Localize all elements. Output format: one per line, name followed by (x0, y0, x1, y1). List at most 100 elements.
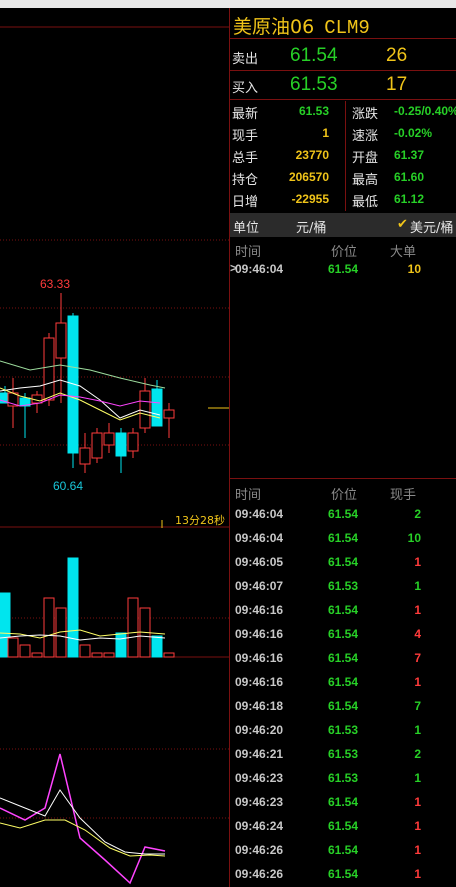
indicator-line (0, 819, 166, 857)
tick-row[interactable]: 09:46:16 61.54 7 (230, 646, 456, 670)
unit-selector[interactable]: 单位 元/桶 ✔ 美元/桶 (230, 213, 456, 237)
tick-qty: 1 (414, 819, 421, 833)
tick-row[interactable]: 09:46:26 61.54 1 (230, 838, 456, 862)
stat-value: -22955 (291, 192, 329, 206)
big-trades-header: 时间 价位 大单 (230, 240, 456, 260)
stat-label: 总手 (232, 151, 259, 166)
trade-time: 09:46:04 (235, 262, 284, 276)
candle-body (163, 409, 175, 419)
candle-body (55, 322, 67, 359)
tick-row[interactable]: 09:46:16 61.54 1 (230, 670, 456, 694)
unit-option-yuan[interactable]: 元/桶 (296, 217, 326, 236)
tick-row[interactable]: 09:46:21 61.53 2 (230, 742, 456, 766)
volume-bar (31, 652, 43, 658)
stat-value: -0.25/0.40% (394, 104, 456, 118)
tick-qty: 1 (414, 603, 421, 617)
candle-body (79, 447, 91, 465)
stat-row: 最新 61.53 涨跌 -0.25/0.40% (230, 101, 456, 123)
tick-price: 61.54 (328, 603, 359, 617)
moving-average-line (0, 360, 166, 389)
candle-body (115, 432, 127, 457)
sell-row[interactable]: 卖出 61.54 26 (230, 42, 456, 70)
stat-value: 206570 (288, 170, 329, 184)
unit-label: 单位 (233, 221, 260, 236)
tick-qty: 2 (414, 747, 421, 761)
stat-label: 最低 (352, 195, 379, 210)
tick-time: 09:46:05 (235, 555, 284, 569)
unit-option-usd[interactable]: 美元/桶 (410, 217, 453, 236)
tick-time: 09:46:21 (235, 747, 284, 761)
tick-row[interactable]: 09:46:23 61.53 1 (230, 766, 456, 790)
col-time: 时间 (235, 488, 262, 503)
candle-body (151, 388, 163, 427)
tick-row[interactable]: 09:46:04 61.54 2 (230, 502, 456, 526)
tick-qty: 1 (414, 723, 421, 737)
volume-bar (163, 652, 175, 658)
tick-time: 09:46:20 (235, 723, 284, 737)
high-price-label: 63.33 (40, 277, 70, 291)
trade-qty: 10 (407, 262, 421, 276)
divider (230, 38, 456, 39)
tick-row[interactable]: 09:46:20 61.53 1 (230, 718, 456, 742)
tick-row[interactable]: 09:46:07 61.53 1 (230, 574, 456, 598)
stat-row: 日增 -22955 最低 61.12 (230, 189, 456, 211)
tick-price: 61.53 (328, 723, 359, 737)
divider (230, 99, 456, 100)
tick-qty: 1 (414, 771, 421, 785)
sell-qty: 26 (386, 45, 408, 66)
tick-row[interactable]: 09:46:24 61.54 1 (230, 814, 456, 838)
instrument-name: 美原油06 (233, 16, 315, 38)
countdown-label: 13分28秒 (175, 513, 225, 527)
tick-price: 61.54 (328, 843, 359, 857)
tick-time: 09:46:04 (235, 531, 284, 545)
tick-price: 61.53 (328, 579, 359, 593)
stat-label: 开盘 (352, 151, 379, 166)
stat-label: 持仓 (232, 173, 259, 188)
tick-price: 61.54 (328, 819, 359, 833)
top-strip (0, 0, 456, 8)
candle-body (139, 390, 151, 429)
tick-price: 61.54 (328, 555, 359, 569)
tick-row[interactable]: 09:46:18 61.54 7 (230, 694, 456, 718)
kline-chart[interactable]: 63.33 60.64 13分28秒 (0, 8, 230, 887)
stat-value: 1 (322, 126, 329, 140)
instrument-title: 美原油06 CLM9 (233, 12, 370, 39)
tick-time: 09:46:16 (235, 603, 284, 617)
volume-bar (7, 637, 19, 658)
tick-qty: 1 (414, 867, 421, 881)
tick-qty: 4 (414, 627, 421, 641)
candle-body (91, 432, 103, 459)
stat-row: 现手 1 速涨 -0.02% (230, 123, 456, 145)
tick-time: 09:46:18 (235, 699, 284, 713)
tick-time: 09:46:16 (235, 675, 284, 689)
tick-price: 61.54 (328, 699, 359, 713)
instrument-code: CLM9 (324, 17, 370, 39)
kline-chart-area[interactable]: 63.33 60.64 13分28秒 (0, 8, 230, 887)
tick-time: 09:46:23 (235, 771, 284, 785)
tick-time: 09:46:16 (235, 627, 284, 641)
tick-row[interactable]: 09:46:16 61.54 1 (230, 598, 456, 622)
tick-time: 09:46:04 (235, 507, 284, 521)
tick-row[interactable]: 09:46:26 61.54 1 (230, 862, 456, 886)
big-trade-row[interactable]: > 09:46:04 61.54 10 (230, 257, 456, 281)
tick-row[interactable]: 09:46:05 61.54 1 (230, 550, 456, 574)
volume-bar (115, 632, 127, 658)
tick-row[interactable]: 09:46:04 61.54 10 (230, 526, 456, 550)
stats-divider (345, 101, 346, 211)
tick-qty: 1 (414, 795, 421, 809)
buy-row[interactable]: 买入 61.53 17 (230, 71, 456, 99)
tick-row[interactable]: 09:46:23 61.54 1 (230, 790, 456, 814)
stats-table: 最新 61.53 涨跌 -0.25/0.40% 现手 1 速涨 -0.02% 总… (230, 101, 456, 211)
tick-qty: 1 (414, 579, 421, 593)
stat-value: 61.53 (298, 104, 329, 118)
tick-time: 09:46:23 (235, 795, 284, 809)
col-qty: 现手 (390, 488, 417, 503)
tick-price: 61.54 (328, 627, 359, 641)
tick-row[interactable]: 09:46:16 61.54 4 (230, 622, 456, 646)
tick-qty: 1 (414, 675, 421, 689)
buy-label: 买入 (232, 81, 259, 96)
tick-qty: 1 (414, 843, 421, 857)
stat-row: 持仓 206570 最高 61.60 (230, 167, 456, 189)
volume-bar (103, 652, 115, 658)
trade-price: 61.54 (328, 262, 359, 276)
